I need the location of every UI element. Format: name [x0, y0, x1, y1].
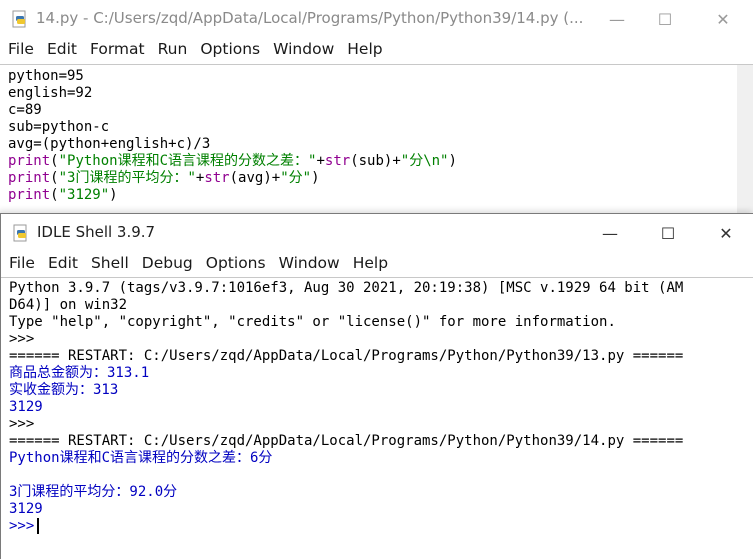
code-line: sub=python-c — [8, 119, 110, 135]
editor-menu-edit[interactable]: Edit — [47, 38, 77, 58]
shell-output-line: 商品总金额为：313.1 — [9, 365, 150, 381]
shell-minimize-button[interactable]: — — [586, 214, 634, 252]
editor-menu-help[interactable]: Help — [347, 38, 382, 58]
shell-line: Python 3.9.7 (tags/v3.9.7:1016ef3, Aug 3… — [9, 280, 684, 296]
editor-close-button[interactable]: ✕ — [699, 0, 747, 38]
shell-line: ====== RESTART: C:/Users/zqd/AppData/Loc… — [9, 348, 684, 364]
shell-menubar: File Edit Shell Debug Options Window Help — [1, 252, 753, 276]
shell-line: Type "help", "copyright", "credits" or "… — [9, 314, 616, 330]
shell-menu-debug[interactable]: Debug — [142, 252, 193, 272]
editor-maximize-button[interactable]: ☐ — [641, 0, 689, 38]
shell-line: ====== RESTART: C:/Users/zqd/AppData/Loc… — [9, 433, 684, 449]
shell-menu-help[interactable]: Help — [353, 252, 388, 272]
editor-menu-format[interactable]: Format — [90, 38, 145, 58]
maximize-icon: ☐ — [660, 223, 676, 243]
python-idle-icon — [13, 224, 27, 242]
shell-output-line: Python课程和C语言课程的分数之差：6分 — [9, 450, 273, 466]
editor-title: 14.py - C:/Users/zqd/AppData/Local/Progr… — [36, 9, 584, 27]
shell-window: IDLE Shell 3.9.7 — ☐ ✕ File Edit Shell Debu… — [0, 213, 753, 560]
shell-menu-file[interactable]: File — [9, 252, 35, 272]
editor-menubar: File Edit Format Run Options Window Help — [0, 38, 753, 62]
editor-scrollbar[interactable] — [737, 65, 753, 215]
editor-titlebar[interactable]: 14.py - C:/Users/zqd/AppData/Local/Progr… — [0, 0, 753, 38]
shell-prompt: >>> — [9, 416, 35, 432]
code-line: c=89 — [8, 102, 42, 118]
editor-menu-run[interactable]: Run — [158, 38, 188, 58]
shell-menu-window[interactable]: Window — [279, 252, 340, 272]
shell-active-prompt[interactable]: >>> — [9, 518, 40, 535]
shell-prompt: >>> — [9, 331, 35, 347]
code-line: python=95 — [8, 68, 84, 84]
editor-menu-window[interactable]: Window — [273, 38, 334, 58]
maximize-icon: ☐ — [657, 9, 673, 29]
close-icon: ✕ — [719, 223, 733, 243]
text-cursor — [37, 518, 40, 534]
editor-menu-file[interactable]: File — [8, 38, 34, 58]
editor-window: 14.py - C:/Users/zqd/AppData/Local/Progr… — [0, 0, 753, 215]
shell-maximize-button[interactable]: ☐ — [644, 214, 692, 252]
shell-output-line: 实收金额为：313 — [9, 382, 119, 398]
shell-line: D64)] on win32 — [9, 297, 128, 313]
editor-text-area[interactable]: python=95 english=92 c=89 sub=python-c a… — [0, 64, 753, 215]
editor-menu-options[interactable]: Options — [200, 38, 260, 58]
shell-titlebar[interactable]: IDLE Shell 3.9.7 — ☐ ✕ — [1, 214, 753, 252]
shell-text-area[interactable]: Python 3.9.7 (tags/v3.9.7:1016ef3, Aug 3… — [1, 277, 753, 560]
code-line: print("Python课程和C语言课程的分数之差："+str(sub)+"分… — [8, 153, 457, 169]
code-line: english=92 — [8, 85, 93, 101]
close-icon: ✕ — [716, 9, 730, 29]
shell-menu-shell[interactable]: Shell — [91, 252, 129, 272]
code-line: avg=(python+english+c)/3 — [8, 136, 211, 152]
editor-minimize-button[interactable]: — — [593, 0, 641, 38]
python-file-icon — [12, 10, 26, 28]
code-line: print("3门课程的平均分："+str(avg)+"分") — [8, 170, 320, 186]
code-line: print("3129") — [8, 187, 118, 203]
desktop: { "editor": { "title": "14.py - C:/Users… — [0, 0, 753, 560]
shell-menu-edit[interactable]: Edit — [48, 252, 78, 272]
minimize-icon: — — [609, 9, 625, 29]
shell-output-line: 3129 — [9, 501, 43, 517]
shell-output-line: 3129 — [9, 399, 43, 415]
shell-output-line: 3门课程的平均分：92.0分 — [9, 484, 178, 500]
minimize-icon: — — [602, 223, 618, 243]
shell-menu-options[interactable]: Options — [206, 252, 266, 272]
shell-close-button[interactable]: ✕ — [702, 214, 750, 252]
shell-title: IDLE Shell 3.9.7 — [37, 223, 156, 241]
